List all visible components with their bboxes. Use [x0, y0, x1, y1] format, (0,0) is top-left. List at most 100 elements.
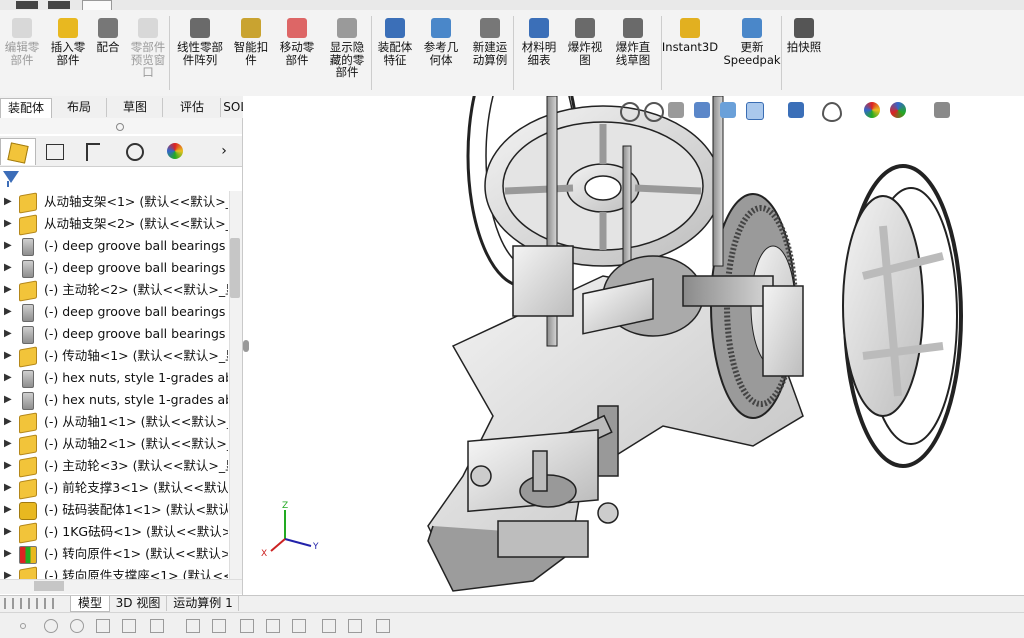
- tree-item[interactable]: ▶ (-) 从动轴2<1> (默认<<默认>_显: [0, 433, 228, 456]
- mate-button[interactable]: 配合: [92, 14, 124, 92]
- previous-view-icon[interactable]: [668, 102, 684, 118]
- display-manager-tab-icon[interactable]: [158, 138, 192, 164]
- quick-access-icon[interactable]: [48, 1, 70, 9]
- linear-pattern-button[interactable]: 线性零部 件阵列: [172, 14, 228, 92]
- exploded-view-button[interactable]: 爆炸视 图: [564, 14, 606, 92]
- component-preview-button[interactable]: 零部件 预览窗 口: [126, 14, 170, 92]
- expand-arrow-icon[interactable]: ▶: [4, 565, 12, 579]
- tree-item[interactable]: ▶ (-) 主动轮<2> (默认<<默认>_显示: [0, 279, 228, 302]
- dimension-icon[interactable]: [292, 619, 306, 633]
- tree-item[interactable]: ▶ (-) 主动轮<3> (默认<<默认>_显示: [0, 455, 228, 478]
- corner-icon[interactable]: [266, 619, 280, 633]
- panel-grip[interactable]: [0, 118, 242, 134]
- tree-item[interactable]: ▶ (-) deep groove ball bearings g: [0, 257, 228, 279]
- zoom-to-area-icon[interactable]: [644, 102, 664, 122]
- expand-arrow-icon[interactable]: ▶: [4, 345, 12, 367]
- tree-item[interactable]: ▶ (-) 砝码装配体1<1> (默认<默认_显: [0, 499, 228, 521]
- spacing-icon[interactable]: [322, 619, 336, 633]
- bottom-tab-0[interactable]: 模型: [70, 596, 110, 612]
- expand-arrow-icon[interactable]: ▶: [4, 191, 12, 213]
- expand-arrow-icon[interactable]: ▶: [4, 543, 12, 565]
- dimxpert-tab-icon[interactable]: [118, 138, 152, 164]
- reference-geometry-button[interactable]: 参考几 何体: [418, 14, 464, 92]
- bom-button[interactable]: 材料明 细表: [516, 14, 562, 92]
- tree-item[interactable]: ▶ (-) hex nuts, style 1-grades ab g: [0, 389, 228, 411]
- tree-item[interactable]: ▶ (-) deep groove ball bearings g: [0, 323, 228, 345]
- move-component-button[interactable]: 移动零 部件: [274, 14, 320, 92]
- display-style-icon[interactable]: [788, 102, 804, 118]
- tree-item[interactable]: ▶ (-) 传动轴<1> (默认<<默认>_显示: [0, 345, 228, 368]
- tab-scroll-arrows-icon[interactable]: [4, 598, 60, 609]
- panel-splitter[interactable]: [243, 340, 249, 352]
- tree-item[interactable]: ▶ (-) 前轮支撑3<1> (默认<<默认>_: [0, 477, 228, 500]
- expand-arrow-icon[interactable]: ▶: [4, 213, 12, 235]
- section-view-icon[interactable]: [694, 102, 710, 118]
- tab-1[interactable]: 布局: [52, 98, 107, 117]
- expand-arrow-icon[interactable]: ▶: [4, 521, 12, 543]
- tree-item[interactable]: ▶ (-) deep groove ball bearings g: [0, 235, 228, 257]
- tree-item[interactable]: ▶ (-) 1KG砝码<1> (默认<<默认>_显: [0, 521, 228, 544]
- tab-0[interactable]: 装配体: [0, 98, 52, 118]
- tree-item[interactable]: ▶ (-) 从动轴1<1> (默认<<默认>_显: [0, 411, 228, 434]
- expand-arrow-icon[interactable]: ▶: [4, 499, 12, 521]
- smart-fasteners-button[interactable]: 智能扣 件: [230, 14, 272, 92]
- edit-appearance-icon[interactable]: [864, 102, 880, 118]
- cross-icon[interactable]: [122, 619, 136, 633]
- expand-arrow-icon[interactable]: ▶: [4, 455, 12, 477]
- show-hidden-button[interactable]: 显示隐 藏的零 部件: [322, 14, 372, 92]
- filter-icon[interactable]: [3, 171, 19, 183]
- tree-item[interactable]: ▶ (-) deep groove ball bearings g: [0, 301, 228, 323]
- tree-item[interactable]: ▶ 从动轴支架<2> (默认<<默认>_显: [0, 213, 228, 236]
- pencil-icon[interactable]: [376, 619, 390, 633]
- expand-arrow-icon[interactable]: ▶: [4, 367, 12, 389]
- insert-components-button[interactable]: 插入零 部件: [46, 14, 90, 92]
- arc-icon[interactable]: [186, 619, 200, 633]
- tree-item[interactable]: ▶ (-) 转向原件支撑座<1> (默认<<默认>: [0, 565, 228, 579]
- hide-show-items-icon[interactable]: [822, 102, 842, 122]
- expand-arrow-icon[interactable]: ▶: [4, 323, 12, 345]
- dynamic-annotation-icon[interactable]: [720, 102, 736, 118]
- feature-manager-tab-icon[interactable]: [0, 138, 36, 165]
- property-manager-tab-icon[interactable]: [38, 138, 72, 164]
- view-orientation-icon[interactable]: [746, 102, 764, 120]
- tree-item[interactable]: ▶ (-) 转向原件<1> (默认<<默认>_显: [0, 543, 228, 565]
- scrollbar-thumb[interactable]: [34, 581, 64, 591]
- grid-icon[interactable]: [348, 619, 362, 633]
- tab-3[interactable]: 评估: [164, 98, 221, 117]
- quick-access-icon[interactable]: [16, 1, 38, 9]
- graphics-viewport[interactable]: Z Y X: [243, 24, 1024, 595]
- polygon-icon[interactable]: [96, 619, 110, 633]
- expand-arrow-icon[interactable]: ▶: [4, 389, 12, 411]
- configuration-manager-tab-icon[interactable]: [76, 138, 110, 164]
- zoom-to-fit-icon[interactable]: [620, 102, 640, 122]
- snapshot-button[interactable]: 拍快照: [784, 14, 824, 92]
- expand-arrow-icon[interactable]: ▶: [4, 301, 12, 323]
- circle-icon[interactable]: [44, 619, 58, 633]
- chevron-right-icon[interactable]: ›: [214, 138, 234, 164]
- instant3d-button[interactable]: Instant3D: [660, 14, 720, 92]
- tree-item[interactable]: ▶ 从动轴支架<1> (默认<<默认>_显: [0, 191, 228, 214]
- point-icon[interactable]: [20, 623, 26, 629]
- expand-arrow-icon[interactable]: ▶: [4, 477, 12, 499]
- speedpak-button[interactable]: 更新 Speedpak: [722, 14, 782, 92]
- tree-item[interactable]: ▶ (-) hex nuts, style 1-grades ab g: [0, 367, 228, 389]
- circle-icon[interactable]: [70, 619, 84, 633]
- tab-2[interactable]: 草图: [108, 98, 163, 117]
- expand-arrow-icon[interactable]: ▶: [4, 433, 12, 455]
- view-settings-icon[interactable]: [934, 102, 950, 118]
- line-icon[interactable]: [212, 619, 226, 633]
- assembly-features-button[interactable]: 装配体 特征: [374, 14, 416, 92]
- apply-scene-icon[interactable]: [890, 102, 906, 118]
- explode-line-sketch-button[interactable]: 爆炸直 线草图: [608, 14, 658, 92]
- edit-component-button[interactable]: 编辑零 部件: [0, 14, 44, 92]
- line-icon[interactable]: [240, 619, 254, 633]
- expand-arrow-icon[interactable]: ▶: [4, 279, 12, 301]
- new-motion-study-button[interactable]: 新建运 动算例: [466, 14, 514, 92]
- expand-arrow-icon[interactable]: ▶: [4, 411, 12, 433]
- scrollbar-thumb[interactable]: [230, 238, 240, 298]
- line-icon[interactable]: [150, 619, 164, 633]
- expand-arrow-icon[interactable]: ▶: [4, 235, 12, 257]
- bottom-tab-2[interactable]: 运动算例 1: [168, 596, 239, 611]
- bottom-tab-1[interactable]: 3D 视图: [110, 596, 167, 611]
- expand-arrow-icon[interactable]: ▶: [4, 257, 12, 279]
